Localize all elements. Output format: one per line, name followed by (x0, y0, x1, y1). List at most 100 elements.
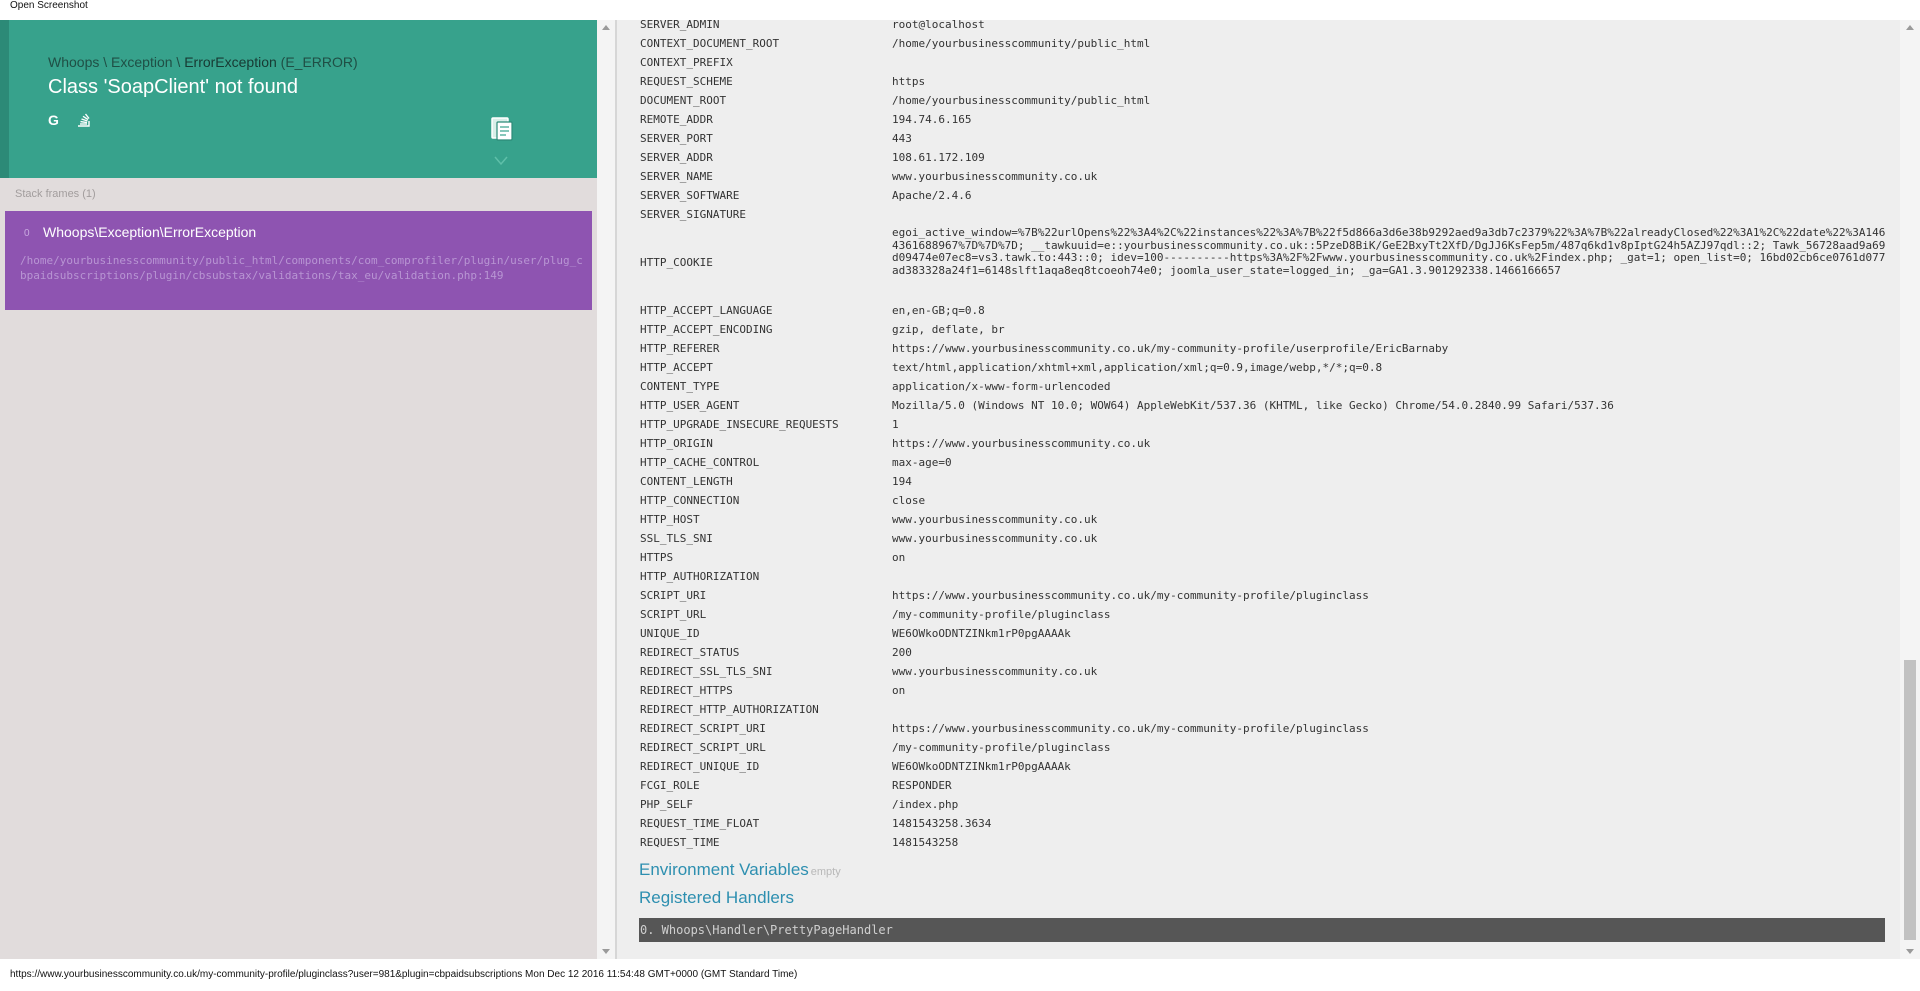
variable-value: https://www.yourbusinesscommunity.co.uk (892, 437, 1151, 450)
table-row: REDIRECT_SSL_TLS_SNI www.yourbusinesscomm… (640, 662, 1890, 681)
variable-key: HTTP_CONNECTION (640, 494, 740, 507)
table-row: HTTP_USER_AGENT Mozilla/5.0 (Windows NT 1… (640, 396, 1890, 415)
google-search-icon[interactable]: G (48, 112, 64, 128)
variable-key: REDIRECT_SCRIPT_URL (640, 741, 766, 754)
window-title-bar: Open Screenshot (0, 0, 1920, 20)
variable-key: REDIRECT_HTTPS (640, 684, 733, 697)
table-row: SERVER_SIGNATURE (640, 205, 1890, 224)
chevron-down-icon[interactable] (492, 154, 510, 168)
variable-value: 194 (892, 475, 912, 488)
variable-value: /home/yourbusinesscommunity/public_html (892, 37, 1151, 50)
variable-value: 1481543258.3634 (892, 817, 992, 830)
window-title: Open Screenshot (10, 0, 88, 11)
variable-value: root@localhost (892, 20, 985, 31)
table-row: SCRIPT_URL/my-community-profile/plugincl… (640, 605, 1890, 624)
variable-key: REDIRECT_SCRIPT_URI (640, 722, 766, 735)
variable-value: on (892, 551, 906, 564)
frame-class: Whoops\Exception\ErrorException (43, 224, 257, 240)
status-bar: https://www.yourbusinesscommunity.co.uk/… (0, 959, 1920, 980)
scroll-up-arrow-icon[interactable] (1906, 25, 1914, 30)
table-row: CONTENT_TYPE application/x-www-form-urlen… (640, 377, 1890, 396)
table-row: FCGI_ROLE RESPONDER (640, 776, 1890, 795)
variable-key: HTTP_ACCEPT_ENCODING (640, 323, 773, 336)
variable-value: close (892, 494, 926, 507)
variable-key: SERVER_SOFTWARE (640, 189, 740, 202)
handler-item: 0. Whoops\Handler\PrettyPageHandler (639, 918, 1885, 942)
table-row: HTTP_AUTHORIZATION (640, 567, 1890, 586)
details-panel-scrollbar[interactable] (1900, 20, 1920, 959)
variable-key: HTTP_CACHE_CONTROL (640, 456, 760, 469)
table-row: SERVER_NAME www.yourbusinesscommunity.co.… (640, 167, 1890, 186)
variable-key: UNIQUE_ID (640, 627, 700, 640)
table-row: REDIRECT_UNIQUE_ID WE6OWkoODNTZINkm1rP0pg… (640, 757, 1890, 776)
variable-key: SERVER_SIGNATURE (640, 208, 746, 221)
variable-value: www.yourbusinesscommunity.co.uk (892, 513, 1098, 526)
clipboard-copy-icon[interactable] (490, 116, 514, 142)
variable-key: PHP_SELF (640, 798, 693, 811)
variable-key: REDIRECT_STATUS (640, 646, 740, 659)
variable-value: https://www.yourbusinesscommunity.co.uk/… (892, 589, 1369, 602)
table-row: SERVER_ADDR 108.61.172.109 (640, 148, 1890, 167)
table-row: HTTP_CACHE_CONTROL max-age=0 (640, 453, 1890, 472)
variable-value: Mozilla/5.0 (Windows NT 10.0; WOW64) App… (892, 399, 1614, 412)
variable-value: 108.61.172.109 (892, 151, 985, 164)
variable-value: 443 (892, 132, 912, 145)
stack-frames-label: Stack frames (1) (15, 188, 96, 200)
variable-value: 1481543258 (892, 836, 959, 849)
table-row: REDIRECT_STATUS 200 (640, 643, 1890, 662)
variable-value: gzip, deflate, br (892, 323, 1005, 336)
variable-key: REQUEST_SCHEME (640, 75, 733, 88)
table-row: DOCUMENT_ROOT/home/yourbusinesscommunity… (640, 91, 1890, 110)
table-row: REDIRECT_SCRIPT_URI https://www.yourbusin… (640, 719, 1890, 738)
variable-value: WE6OWkoODNTZINkm1rP0pgAAAAk (892, 627, 1071, 640)
table-row: SERVER_ADMIN root@localhost (640, 20, 1890, 34)
variable-key: REQUEST_TIME (640, 836, 720, 849)
variable-value: Apache/2.4.6 (892, 189, 972, 202)
stackoverflow-search-icon[interactable] (76, 112, 92, 128)
table-row: SCRIPT_URI https://www.yourbusinesscommun… (640, 586, 1890, 605)
header-accent (0, 20, 9, 178)
table-row: REDIRECT_SCRIPT_URL/my-community-profile… (640, 738, 1890, 757)
left-panel-scrollbar[interactable] (597, 20, 615, 959)
variable-value: 200 (892, 646, 912, 659)
exception-class-name: ErrorException (184, 54, 277, 70)
table-row: SERVER_PORT 443 (640, 129, 1890, 148)
scroll-down-arrow-icon[interactable] (602, 949, 610, 954)
table-row: HTTP_ACCEPT text/html,application/xhtml+x… (640, 358, 1890, 377)
variable-value: /my-community-profile/pluginclass (892, 608, 1111, 621)
variable-value: www.yourbusinesscommunity.co.uk (892, 532, 1098, 545)
variable-value: 1 (892, 418, 899, 431)
table-row: HTTP_COOKIE egoi_active_window=%7B%22urlO… (640, 224, 1890, 301)
scrollbar-thumb[interactable] (1904, 660, 1916, 940)
variable-key: HTTP_ORIGIN (640, 437, 713, 450)
variable-value: RESPONDER (892, 779, 952, 792)
environment-variables-title: Environment Variables empty (639, 860, 841, 880)
variable-value: https (892, 75, 926, 88)
table-row: CONTEXT_DOCUMENT_ROOT/home/yourbusinessc… (640, 34, 1890, 53)
env-title-text: Environment Variables (639, 860, 809, 879)
exception-namespace: Whoops \ Exception \ (48, 54, 185, 70)
variable-value: /my-community-profile/pluginclass (892, 741, 1111, 754)
variable-value: 194.74.6.165 (892, 113, 972, 126)
variable-key: SCRIPT_URI (640, 589, 707, 602)
table-row: REQUEST_TIME_FLOAT 1481543258.3634 (640, 814, 1890, 833)
variable-key: CONTENT_LENGTH (640, 475, 733, 488)
registered-handlers-title: Registered Handlers (639, 888, 794, 907)
env-empty-label: empty (810, 866, 841, 878)
exception-class-path: Whoops \ Exception \ ErrorException (E_E… (48, 54, 358, 70)
panel-divider (615, 20, 617, 959)
variable-key: HTTP_UPGRADE_INSECURE_REQUESTS (640, 418, 839, 431)
table-row: HTTP_REFERER https://www.yourbusinesscomm… (640, 339, 1890, 358)
variable-key: REMOTE_ADDR (640, 113, 713, 126)
table-row: SERVER_SOFTWARE Apache/2.4.6 (640, 186, 1890, 205)
variable-key: REQUEST_TIME_FLOAT (640, 817, 760, 830)
table-row: PHP_SELF/index.php (640, 795, 1890, 814)
variable-value: egoi_active_window=%7B%22urlOpens%22%3A4… (892, 226, 1886, 277)
scroll-down-arrow-icon[interactable] (1906, 949, 1914, 954)
left-panel: Whoops \ Exception \ ErrorException (E_E… (0, 20, 597, 959)
table-row: CONTENT_LENGTH 194 (640, 472, 1890, 491)
variable-value: /home/yourbusinesscommunity/public_html (892, 94, 1151, 107)
scroll-up-arrow-icon[interactable] (602, 25, 610, 30)
stack-frame-item[interactable]: 0 Whoops\Exception\ErrorException /home/… (5, 211, 592, 310)
variable-value: max-age=0 (892, 456, 952, 469)
